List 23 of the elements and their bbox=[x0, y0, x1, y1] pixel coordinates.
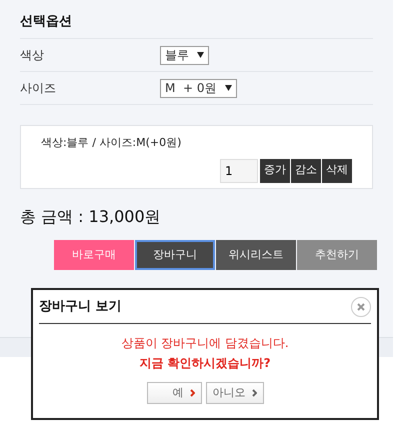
chevron-icon bbox=[252, 389, 256, 397]
dropdown-caret-icon bbox=[197, 52, 204, 58]
selection-text: 색상:블루 / 사이즈:M(+0원) bbox=[41, 135, 182, 151]
quantity-button[interactable]: 삭제 bbox=[322, 158, 352, 182]
option-label: 색상 bbox=[20, 47, 45, 64]
option-select[interactable]: 블루 bbox=[160, 46, 209, 64]
option-label: 사이즈 bbox=[20, 80, 57, 97]
dialog-button[interactable]: 예 bbox=[146, 382, 202, 404]
quantity-field[interactable]: 1 bbox=[220, 158, 258, 182]
quantity-button[interactable]: 감소 bbox=[291, 158, 321, 182]
chevron-icon bbox=[190, 389, 194, 397]
close-icon[interactable] bbox=[351, 296, 371, 316]
dialog-button[interactable]: 아니오 bbox=[206, 382, 264, 404]
action-button[interactable]: 위시리스트 bbox=[216, 240, 296, 270]
total-price: 총 금액 : 13,000원 bbox=[19, 206, 162, 228]
dialog-question: 지금 확인하시겠습니까? bbox=[138, 355, 272, 372]
dialog-title: 장바구니 보기 bbox=[39, 298, 122, 316]
section-title: 선택옵션 bbox=[20, 13, 73, 31]
action-button[interactable]: 장바구니 bbox=[135, 240, 215, 270]
dropdown-caret-icon bbox=[224, 85, 232, 91]
dialog-message: 상품이 장바구니에 담겼습니다. bbox=[120, 335, 290, 352]
option-select[interactable]: M + 0원 bbox=[160, 78, 236, 98]
quantity-button[interactable]: 증가 bbox=[260, 158, 290, 182]
